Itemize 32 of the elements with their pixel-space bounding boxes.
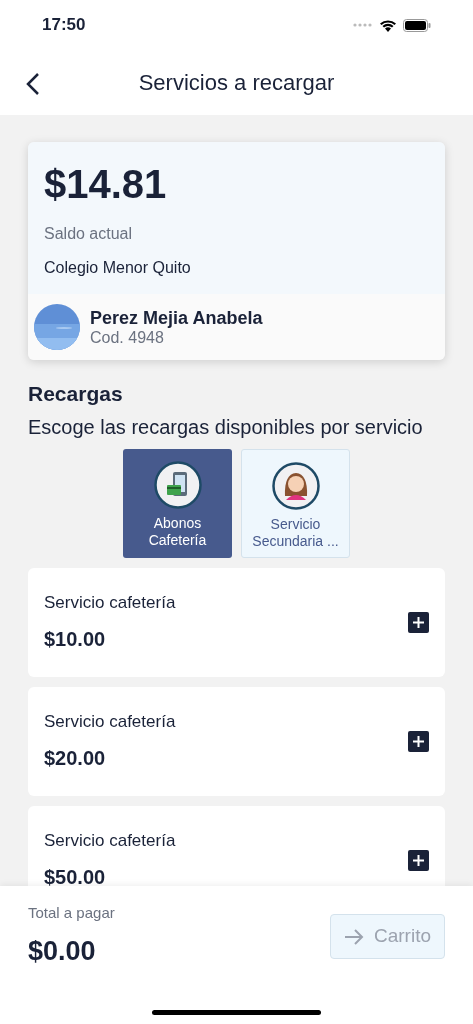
plus-icon	[413, 735, 424, 747]
section-title: Recargas	[28, 381, 124, 407]
phone-card-icon	[153, 460, 202, 509]
balance-amount: $14.81	[44, 162, 167, 206]
service-name: Servicio cafetería	[44, 592, 176, 615]
service-price: $20.00	[44, 745, 107, 771]
balance-label: Saldo actual	[44, 224, 133, 244]
status-time: 17:50	[42, 14, 86, 37]
plus-icon	[413, 616, 424, 628]
add-button[interactable]	[408, 849, 429, 871]
total-label: Total a pagar	[28, 903, 115, 923]
student-name: Perez Mejia Anabela	[90, 307, 263, 329]
total-amount: $0.00	[28, 934, 97, 968]
add-button[interactable]	[408, 730, 429, 752]
school-name: Colegio Menor Quito	[44, 258, 191, 278]
person-icon	[271, 461, 320, 510]
section-subtitle: Escoge las recargas disponibles por servicio	[28, 414, 424, 440]
page-title: Servicios a recargar	[138, 69, 335, 97]
service-tile[interactable]: Abonos Cafetería	[123, 448, 232, 558]
battery-icon	[403, 18, 431, 32]
service-price: $10.00	[44, 626, 107, 652]
student-code: Cod. 4948	[90, 329, 165, 347]
service-name: Servicio cafetería	[44, 830, 176, 853]
signal-icon	[353, 23, 373, 27]
service-price: $50.00	[44, 864, 107, 886]
arrow-icon	[344, 928, 364, 945]
plus-icon	[413, 854, 424, 866]
back-icon	[26, 72, 40, 96]
service-tile[interactable]: Servicio Secundaria ...	[241, 448, 350, 558]
service-name: Servicio cafetería	[44, 711, 176, 734]
add-button[interactable]	[408, 611, 429, 633]
wifi-icon	[379, 18, 397, 32]
